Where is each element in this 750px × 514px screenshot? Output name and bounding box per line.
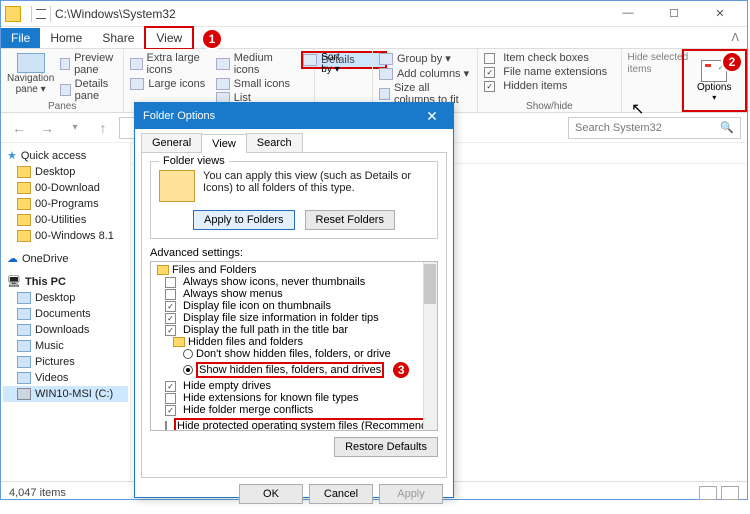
tree-this-pc[interactable]: 🖥This PC (3, 273, 128, 290)
folder-options-dialog: Folder Options ✕ General View Search Fol… (134, 102, 454, 498)
back-button[interactable]: ← (7, 116, 31, 140)
scrollbar[interactable] (423, 262, 437, 430)
menu-file[interactable]: File (1, 28, 40, 48)
view-thumbs-icon[interactable] (721, 486, 739, 500)
callout-2: 2 (721, 51, 743, 73)
tree-drive-c[interactable]: WIN10-MSI (C:) (3, 386, 128, 402)
reset-folders-button[interactable]: Reset Folders (305, 210, 395, 230)
folder-views-group-label: Folder views (159, 155, 229, 167)
tree-item[interactable]: Desktop (3, 290, 128, 306)
titlebar: C:\Windows\System32 — ☐ ✕ (1, 1, 747, 27)
qat-icon[interactable] (36, 9, 46, 19)
adv-hide-empty-drives[interactable]: Hide empty drives (155, 380, 423, 392)
search-icon: 🔍 (720, 121, 734, 134)
view-medium[interactable]: Medium icons (216, 51, 301, 77)
ribbon-collapse-icon[interactable]: ᐱ (731, 31, 747, 44)
adv-full-path-title[interactable]: Display the full path in the title bar (155, 324, 423, 336)
navigation-pane-button[interactable]: Navigation pane ▾ (7, 53, 54, 103)
tab-search[interactable]: Search (246, 133, 303, 152)
item-count: 4,047 items (9, 487, 66, 499)
advanced-settings-label: Advanced settings: (150, 247, 438, 259)
adv-hide-merge-conflicts[interactable]: Hide folder merge conflicts (155, 404, 423, 416)
folder-views-text: You can apply this view (such as Details… (203, 170, 429, 202)
apply-to-folders-button[interactable]: Apply to Folders (193, 210, 294, 230)
add-columns-button[interactable]: Add columns ▾ (379, 66, 471, 81)
view-small[interactable]: Small icons (216, 77, 301, 91)
advanced-settings-tree[interactable]: Files and Folders Always show icons, nev… (150, 261, 438, 431)
adv-dont-show-hidden[interactable]: Don't show hidden files, folders, or dri… (155, 348, 423, 360)
view-details-icon[interactable] (699, 486, 717, 500)
adv-show-hidden[interactable]: Show hidden files, folders, and drives3 (155, 360, 423, 380)
tab-view[interactable]: View (201, 134, 247, 153)
details-pane-button[interactable]: Details pane (60, 77, 117, 103)
adv-hide-extensions[interactable]: Hide extensions for known file types (155, 392, 423, 404)
view-large[interactable]: Large icons (130, 77, 215, 91)
menu-share[interactable]: Share (92, 28, 144, 48)
cursor-icon: ↖ (631, 99, 644, 119)
ok-button[interactable]: OK (239, 484, 303, 504)
tree-item[interactable]: Videos (3, 370, 128, 386)
cancel-button[interactable]: Cancel (309, 484, 373, 504)
tree-quick-access[interactable]: ★Quick access (3, 147, 128, 164)
tree-item[interactable]: 00-Utilities (3, 212, 128, 228)
restore-defaults-button[interactable]: Restore Defaults (334, 437, 438, 457)
adv-hide-protected-os[interactable]: Hide protected operating system files (R… (155, 416, 423, 431)
window-title: C:\Windows\System32 (55, 7, 611, 21)
adv-root: Files and Folders (155, 264, 423, 276)
hide-selected-button[interactable]: Hide selected items (628, 51, 675, 75)
tree-onedrive[interactable]: ☁OneDrive (3, 250, 128, 267)
hidden-items-toggle[interactable]: Hidden items (484, 79, 614, 93)
item-checkboxes-toggle[interactable]: Item check boxes (484, 51, 614, 65)
maximize-button[interactable]: ☐ (657, 7, 691, 20)
search-input[interactable]: Search System32🔍 (568, 117, 741, 139)
callout-3: 3 (391, 360, 411, 380)
tab-general[interactable]: General (141, 133, 202, 152)
sort-by-button[interactable]: Sort by ▾ (321, 51, 366, 75)
up-button[interactable]: ↑ (91, 116, 115, 140)
tree-item[interactable]: Desktop (3, 164, 128, 180)
apply-button[interactable]: Apply (379, 484, 443, 504)
nav-tree[interactable]: ★Quick access Desktop00-Download00-Progr… (1, 143, 131, 481)
tree-item[interactable]: 00-Programs (3, 196, 128, 212)
tree-item[interactable]: 00-Windows 8.1 (3, 228, 128, 244)
recent-button[interactable]: ▾ (63, 116, 87, 140)
menubar: File Home Share View 1 ᐱ (1, 27, 747, 49)
adv-always-menus[interactable]: Always show menus (155, 288, 423, 300)
forward-button[interactable]: → (35, 116, 59, 140)
dialog-titlebar[interactable]: Folder Options ✕ (135, 103, 453, 129)
adv-file-size-tips[interactable]: Display file size information in folder … (155, 312, 423, 324)
preview-pane-button[interactable]: Preview pane (60, 51, 117, 77)
tree-item[interactable]: Downloads (3, 322, 128, 338)
group-by-button[interactable]: Group by ▾ (379, 51, 471, 66)
adv-hidden-group: Hidden files and folders (155, 336, 423, 348)
file-ext-toggle[interactable]: File name extensions (484, 65, 614, 79)
tree-item[interactable]: Pictures (3, 354, 128, 370)
menu-home[interactable]: Home (40, 28, 92, 48)
menu-view[interactable]: View (144, 26, 194, 50)
tree-item[interactable]: Documents (3, 306, 128, 322)
folder-views-icon (159, 170, 195, 202)
tree-item[interactable]: Music (3, 338, 128, 354)
adv-always-icons[interactable]: Always show icons, never thumbnails (155, 276, 423, 288)
adv-file-icon-thumb[interactable]: Display file icon on thumbnails (155, 300, 423, 312)
callout-1: 1 (201, 28, 223, 50)
folder-icon (5, 6, 21, 22)
dialog-close-button[interactable]: ✕ (419, 108, 445, 125)
view-extra-large[interactable]: Extra large icons (130, 51, 215, 77)
minimize-button[interactable]: — (611, 7, 645, 20)
close-button[interactable]: ✕ (703, 7, 737, 20)
tree-item[interactable]: 00-Download (3, 180, 128, 196)
